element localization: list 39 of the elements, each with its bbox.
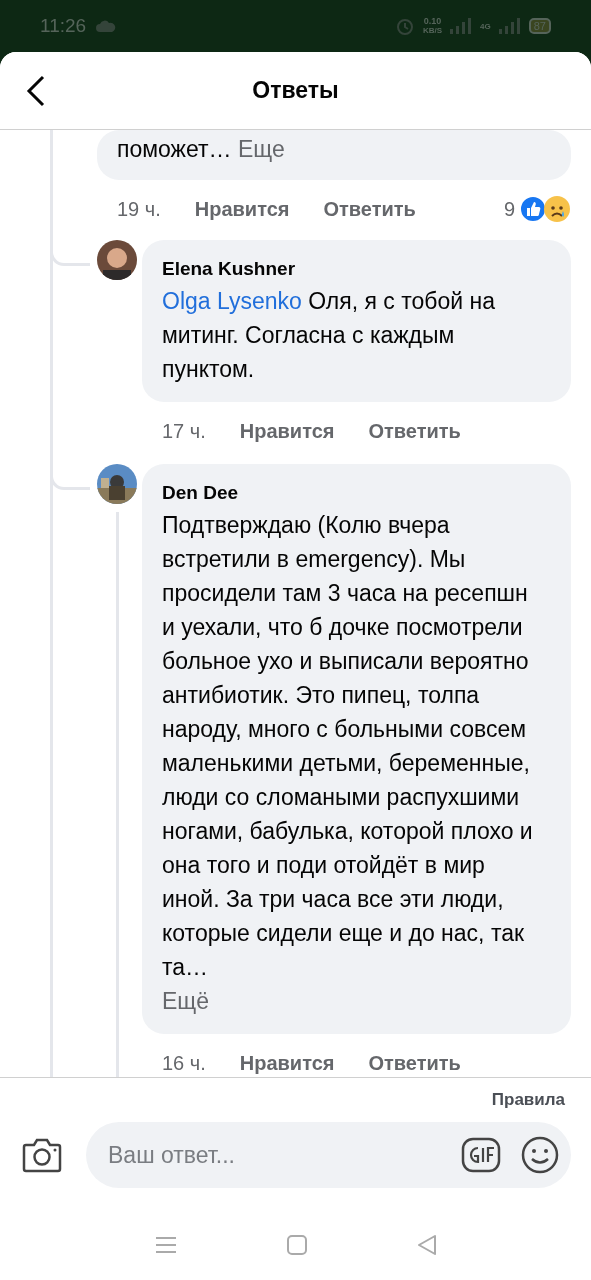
more-link[interactable]: Еще	[237, 136, 285, 162]
emoji-icon[interactable]	[521, 1136, 559, 1174]
reply-link[interactable]: Ответить	[323, 197, 416, 221]
mention-link[interactable]: Olga Lysenko	[162, 288, 302, 314]
camera-icon	[22, 1137, 62, 1173]
comment-author[interactable]: Elena Kushner	[162, 254, 541, 284]
like-icon	[519, 195, 547, 223]
comment-time: 19 ч.	[117, 197, 161, 221]
avatar[interactable]	[97, 240, 137, 280]
camera-button[interactable]	[22, 1137, 62, 1173]
status-time: 11:26	[40, 15, 87, 37]
comment-text: Подтверждаю (Колю вчера встретили в emergency). Мы просидели там 3 часа на ресепшн и уехали, что б дочке посмотрели больное ухо и выписали вероятно антибиотик. Это пипец, толпа народу, много с больными совсем маленькими детьми, беременные, люди со сломаными распухшими ногами, бабулька, которой плохо и она того и поди отойдёт в мир иной. За три часа все эти люди, которые сидели еще и до нас, так та… Ещё	[162, 511, 534, 1016]
comment-text: Olga Lysenko Оля, я с тобой на митинг. Согласна с каждым пунктом.	[162, 287, 496, 384]
signal-icon	[450, 18, 473, 34]
comment-author[interactable]: Den Dee	[162, 478, 541, 508]
reaction-count: 9	[503, 197, 515, 221]
page-title: Ответы	[252, 77, 339, 104]
avatar[interactable]	[97, 464, 137, 504]
speed-unit: KB/S	[422, 26, 443, 35]
comment-text: поможет… Еще	[117, 135, 286, 164]
sad-emoji-icon	[543, 195, 571, 223]
like-link[interactable]: Нравится	[194, 197, 290, 221]
comment-time: 16 ч.	[162, 1051, 206, 1075]
like-link[interactable]: Нравится	[239, 419, 335, 443]
comment-time: 17 ч.	[162, 419, 206, 443]
reply-input-field[interactable]: Ваш ответ...	[106, 1140, 441, 1170]
network-type: 4G	[480, 21, 491, 31]
reply-field[interactable]: Ваш ответ...	[86, 1122, 571, 1188]
reply-link[interactable]: Ответить	[368, 419, 461, 443]
like-link[interactable]: Нравится	[239, 1051, 335, 1075]
network-speed: 0.10	[423, 17, 442, 26]
cloud-icon	[96, 20, 117, 32]
reply-link[interactable]: Ответить	[368, 1051, 461, 1075]
more-link[interactable]: Ещё	[162, 988, 210, 1014]
signal-icon	[498, 18, 521, 34]
rules-link[interactable]: Правила	[491, 1090, 565, 1110]
gif-icon[interactable]	[461, 1137, 501, 1173]
alarm-icon	[394, 16, 415, 36]
back-icon	[26, 74, 46, 107]
